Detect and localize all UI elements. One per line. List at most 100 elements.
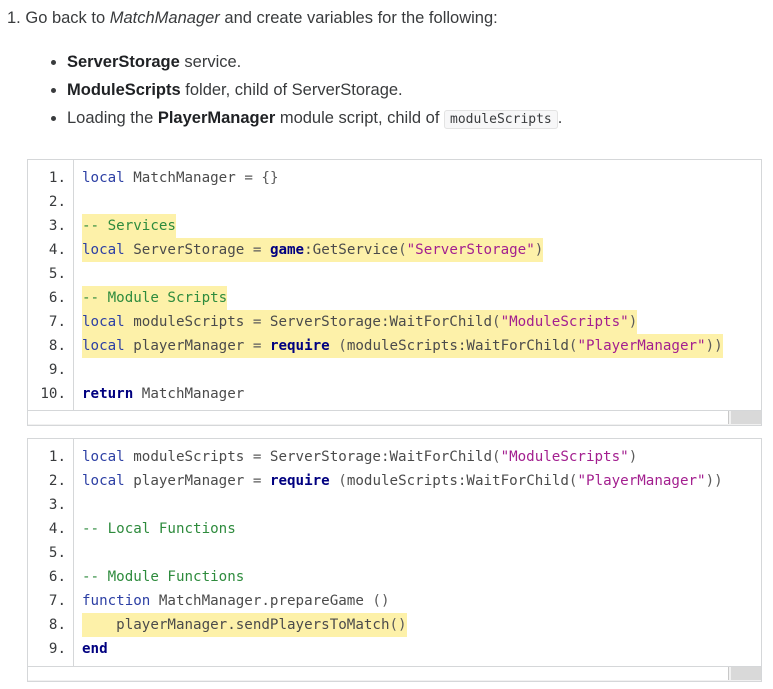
code-token: ( (329, 338, 347, 354)
code-token: () (389, 617, 407, 633)
code-token: require (269, 338, 330, 354)
code-line: 4. -- Local Functions (28, 517, 761, 541)
scrollbar-track-end (731, 667, 761, 680)
line-number: 1. (48, 170, 66, 186)
code-token: moduleScripts:WaitForChild (346, 338, 569, 354)
code-token: "ModuleScripts" (500, 449, 629, 465)
list-item: Loading the PlayerManager module script,… (67, 106, 767, 134)
code-token: "PlayerManager" (577, 338, 706, 354)
line-number: 9. (48, 641, 66, 657)
code-token: local (82, 314, 125, 330)
code-token: MatchManager (133, 386, 245, 402)
code-token: = (244, 170, 253, 186)
line-number: 1. (48, 449, 66, 465)
code-line: 3. -- Services (28, 214, 761, 238)
line-number: 6. (48, 290, 66, 306)
code-line: 1. local MatchManager = {} (28, 166, 761, 190)
highlighted-code: local moduleScripts = ServerStorage:Wait… (82, 310, 638, 334)
code-token: playerManager (124, 338, 253, 354)
code-token: )) (705, 338, 723, 354)
code-token: "PlayerManager" (577, 473, 706, 489)
line-number-divider (73, 160, 74, 411)
code-token: "ModuleScripts" (500, 314, 629, 330)
line-number: 2. (48, 194, 66, 210)
code-token: local (82, 242, 125, 258)
code-token: {} (261, 170, 279, 186)
requirement-list: ServerStorage service. ModuleScripts fol… (48, 50, 767, 134)
line-number: 10. (40, 386, 66, 402)
line-number: 7. (48, 593, 66, 609)
code-token: :GetService (304, 242, 399, 258)
code-line: 2. local playerManager = require (moduleS… (28, 469, 761, 493)
line-number: 9. (48, 362, 66, 378)
code-token: playerManager.sendPlayersToMatch (82, 617, 390, 633)
line-number-divider (73, 439, 74, 667)
bullet-text: folder, child of ServerStorage. (180, 81, 403, 99)
horizontal-scrollbar[interactable] (28, 410, 761, 425)
horizontal-scrollbar[interactable] (28, 666, 761, 681)
code-token: local (82, 170, 125, 186)
code-line: 5. (28, 541, 761, 565)
code-line: 4. local ServerStorage = game:GetService(… (28, 238, 761, 262)
code-text: local MatchManager = {} (82, 166, 279, 190)
code-token: function (82, 593, 151, 609)
step-number: 1. (7, 9, 21, 27)
code-token: ( (398, 242, 407, 258)
bullet-bold: ModuleScripts (67, 81, 181, 99)
code-token: moduleScripts (124, 449, 253, 465)
code-line: 10. return MatchManager (28, 382, 761, 406)
step-instruction: 1. Go back to MatchManager and create va… (7, 9, 498, 28)
scrollbar-thumb[interactable] (28, 667, 729, 680)
line-number: 6. (48, 569, 66, 585)
list-item: ServerStorage service. (67, 50, 767, 78)
code-token: end (82, 641, 108, 657)
code-body: 1. local moduleScripts = ServerStorage:Wa… (28, 439, 761, 667)
code-token: playerManager (124, 473, 253, 489)
highlighted-code: -- Module Scripts (82, 286, 228, 310)
bullet-text: Loading the (67, 109, 158, 127)
code-text: local playerManager = require (moduleScr… (82, 469, 723, 493)
code-token: MatchManager (124, 170, 245, 186)
code-text: end (82, 637, 108, 661)
code-token: ( (492, 449, 501, 465)
bullet-text: module script, child of (275, 109, 444, 127)
code-token: return (82, 386, 134, 402)
code-token: moduleScripts (124, 314, 253, 330)
code-line: 7. function MatchManager.prepareGame () (28, 589, 761, 613)
code-line: 3. (28, 493, 761, 517)
code-token: ) (628, 314, 638, 330)
scrollbar-thumb[interactable] (28, 411, 729, 424)
code-token: ) (534, 242, 544, 258)
code-token: game (269, 242, 305, 258)
line-number: 5. (48, 266, 66, 282)
code-line: 2. (28, 190, 761, 214)
code-token: ServerStorage:WaitForChild (261, 314, 493, 330)
code-line: 7. local moduleScripts = ServerStorage:Wa… (28, 310, 761, 334)
step-text-before: Go back to (25, 9, 110, 27)
code-token: -- Module Functions (82, 569, 245, 585)
line-number: 2. (48, 473, 66, 489)
code-token: require (269, 473, 330, 489)
code-line: 8. playerManager.sendPlayersToMatch() (28, 613, 761, 637)
code-token: ) (628, 449, 638, 465)
code-line: 8. local playerManager = require (moduleS… (28, 334, 761, 358)
code-token: () (363, 593, 390, 609)
line-number: 5. (48, 545, 66, 561)
code-body: 1. local MatchManager = {} 2. 3. -- Services… (28, 160, 761, 411)
inline-code: moduleScripts (444, 110, 558, 129)
code-token: ServerStorage (124, 242, 253, 258)
code-block-2: 1. local moduleScripts = ServerStorage:Wa… (27, 438, 762, 682)
scrollbar-track-end (731, 411, 761, 424)
code-line: 9. (28, 358, 761, 382)
code-token: ServerStorage:WaitForChild (261, 449, 493, 465)
highlighted-code: local ServerStorage = game:GetService("S… (82, 238, 544, 262)
code-line: 9. end (28, 637, 761, 661)
code-token: local (82, 338, 125, 354)
line-number: 3. (48, 218, 66, 234)
code-line: 5. (28, 262, 761, 286)
line-number: 4. (48, 242, 66, 258)
code-token: -- Local Functions (82, 521, 236, 537)
